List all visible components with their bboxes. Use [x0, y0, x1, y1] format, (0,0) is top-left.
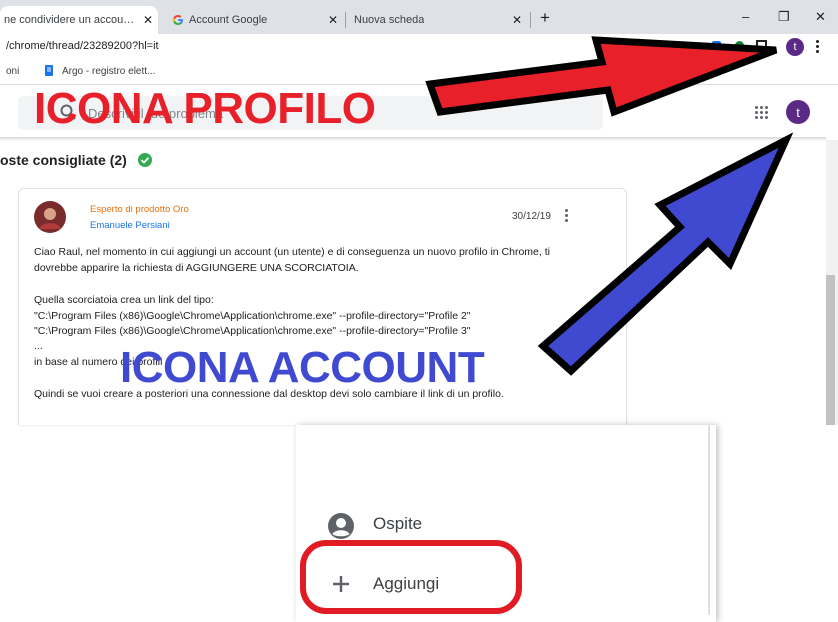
menu-item-guest[interactable]: Ospite — [373, 514, 422, 534]
highlight-ring — [300, 540, 522, 614]
blue-arrow — [537, 132, 794, 376]
callout-profile-icon: ICONA PROFILO — [34, 84, 376, 133]
callout-account-icon: ICONA ACCOUNT — [120, 343, 485, 392]
menu-edge — [708, 425, 710, 615]
red-arrow — [425, 36, 778, 117]
person-icon — [328, 513, 354, 539]
